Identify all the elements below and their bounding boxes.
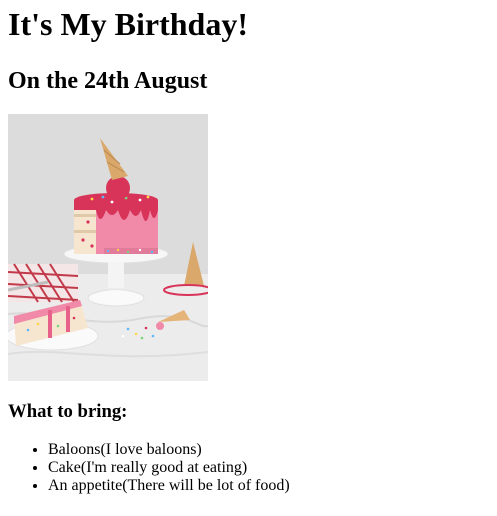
list-item: Baloons(I love baloons) bbox=[48, 441, 489, 459]
list-item: Cake(I'm really good at eating) bbox=[48, 459, 489, 477]
birthday-cake-image bbox=[8, 114, 208, 381]
bring-heading: What to bring: bbox=[8, 401, 128, 422]
page-content: It's My Birthday! On the 24th August Wha… bbox=[0, 6, 497, 495]
date-heading: On the 24th August bbox=[8, 68, 208, 94]
page-title: It's My Birthday! bbox=[8, 6, 248, 42]
list-item: An appetite(There will be lot of food) bbox=[48, 477, 489, 495]
bring-list: Baloons(I love baloons) Cake(I'm really … bbox=[8, 441, 489, 495]
